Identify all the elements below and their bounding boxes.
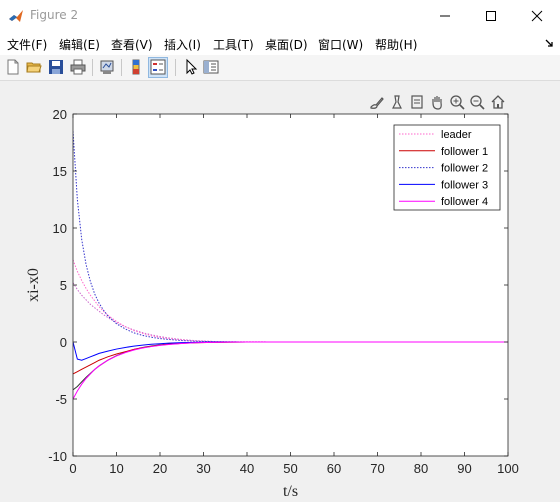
x-tick-label: 0	[69, 461, 76, 476]
y-tick-label: -5	[55, 392, 67, 407]
x-tick-label: 10	[109, 461, 123, 476]
y-axis-label: xi-x0	[25, 268, 42, 302]
x-tick-label: 80	[414, 461, 428, 476]
y-tick-label: 5	[60, 278, 67, 293]
x-tick-label: 100	[497, 461, 519, 476]
y-tick-label: 0	[60, 335, 67, 350]
x-tick-label: 40	[240, 461, 254, 476]
legend-label: follower 3	[441, 179, 488, 191]
x-tick-label: 50	[283, 461, 297, 476]
x-tick-label: 60	[327, 461, 341, 476]
legend-label: leader	[441, 129, 472, 141]
y-tick-label: 15	[53, 164, 67, 179]
plot-axes[interactable]: 0 10 20 30 40 50 60 70 80 90 100 -10 -5 0 5 10 15 20 t/s xi…	[0, 0, 560, 502]
legend-label: follower 1	[441, 146, 488, 158]
legend-label: follower 2	[441, 163, 488, 175]
x-tick-label: 90	[457, 461, 471, 476]
x-tick-label: 70	[370, 461, 384, 476]
y-tick-label: 20	[53, 107, 67, 122]
y-tick-label: 10	[53, 221, 67, 236]
y-tick-label: -10	[48, 449, 67, 464]
x-tick-label: 20	[153, 461, 167, 476]
legend-label: follower 4	[441, 196, 488, 208]
x-tick-label: 30	[196, 461, 210, 476]
legend[interactable]: leader follower 1 follower 2 follower 3 foll…	[393, 124, 501, 211]
x-axis-label: t/s	[283, 483, 298, 500]
